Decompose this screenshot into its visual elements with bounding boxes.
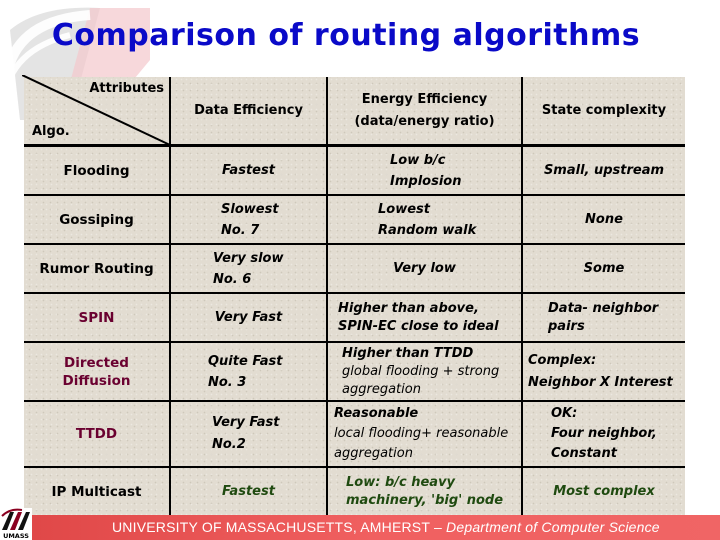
- algo-cell-directed-diffusion: Directed Diffusion: [24, 343, 169, 400]
- algo-name: SPIN: [78, 309, 115, 326]
- value-line: Very low: [393, 260, 456, 276]
- value-line: Random walk: [378, 222, 477, 238]
- value-line: aggregation: [342, 381, 421, 397]
- energy-efficiency-cell: Lowest Random walk: [378, 196, 518, 243]
- state-complexity-cell: None: [523, 196, 685, 243]
- value-line: Implosion: [390, 173, 462, 189]
- energy-efficiency-cell: Reasonable local flooding+ reasonable ag…: [334, 402, 521, 466]
- value-line: None: [585, 211, 623, 227]
- value-line: pairs: [548, 318, 585, 334]
- footer-department: Department of Computer Science: [446, 519, 660, 535]
- value-line: local flooding+ reasonable: [334, 426, 509, 441]
- slide-title: Comparison of routing algorithms: [51, 18, 641, 53]
- value-line: Slowest: [221, 201, 279, 217]
- header-energy-efficiency-sublabel: (data/energy ratio): [354, 113, 495, 129]
- value-line: Constant: [551, 446, 617, 461]
- header-energy-efficiency: Energy Efficiency (data/energy ratio): [328, 77, 521, 144]
- state-complexity-cell: Complex: Neighbor X Interest: [528, 343, 685, 400]
- comparison-table: Attributes Algo. Data Efficiency Energy …: [22, 75, 685, 515]
- value-line: No. 6: [213, 271, 252, 287]
- algo-name: Gossiping: [59, 211, 134, 228]
- energy-efficiency-cell: Higher than above, SPIN-EC close to idea…: [338, 294, 520, 341]
- value-line: No. 3: [208, 374, 247, 390]
- umass-logo-label: UMASS: [3, 532, 29, 540]
- data-efficiency-cell: Very Fast: [171, 294, 326, 341]
- algo-cell-ttdd: TTDD: [24, 402, 169, 466]
- algo-name: IP Multicast: [51, 483, 142, 500]
- value-line: machinery, 'big' node: [346, 492, 504, 508]
- header-energy-efficiency-label: Energy Efficiency: [361, 91, 488, 107]
- value-line: No. 7: [221, 222, 260, 238]
- value-line: SPIN-EC close to ideal: [338, 318, 499, 334]
- footer-bar: UNIVERSITY OF MASSACHUSETTS, AMHERST – D…: [32, 515, 720, 540]
- value-line: Small, upstream: [543, 162, 665, 178]
- value-line: Higher than TTDD: [342, 345, 474, 361]
- state-complexity-cell: Most complex: [523, 468, 685, 515]
- state-complexity-cell: Some: [523, 245, 685, 292]
- value-line: No.2: [212, 437, 246, 452]
- value-line: Very slow: [213, 250, 284, 266]
- value-line: Fastest: [222, 162, 275, 178]
- value-line: Very Fast: [214, 309, 283, 325]
- data-efficiency-cell: Very slow No. 6: [213, 245, 326, 292]
- algo-cell-ip-multicast: IP Multicast: [24, 468, 169, 515]
- value-line: Most complex: [553, 483, 655, 499]
- corner-attributes-label: Attributes: [89, 81, 164, 96]
- energy-efficiency-cell: Low: b/c heavy machinery, 'big' node: [346, 468, 521, 515]
- state-complexity-cell: Small, upstream: [523, 147, 685, 194]
- value-line: Low b/c: [390, 152, 446, 168]
- value-line: Fastest: [222, 483, 275, 499]
- algo-name-line: Directed: [64, 354, 129, 371]
- data-efficiency-cell: Slowest No. 7: [221, 196, 326, 243]
- header-data-efficiency-label: Data Efficiency: [194, 102, 303, 118]
- algo-cell-gossiping: Gossiping: [24, 196, 169, 243]
- energy-efficiency-cell: Higher than TTDD global flooding + stron…: [342, 343, 521, 400]
- umass-logo-icon: UMASS: [0, 508, 32, 540]
- value-line: Higher than above,: [338, 300, 479, 316]
- value-line: Complex:: [528, 352, 597, 368]
- data-efficiency-cell: Quite Fast No. 3: [208, 343, 326, 400]
- data-efficiency-cell: Very Fast No.2: [212, 402, 326, 466]
- header-state-complexity-label: State complexity: [541, 102, 667, 118]
- value-line: Reasonable: [334, 406, 419, 421]
- footer-separator: –: [429, 519, 447, 535]
- footer-university: UNIVERSITY OF MASSACHUSETTS, AMHERST: [112, 519, 430, 535]
- algo-cell-spin: SPIN: [24, 294, 169, 341]
- value-line: Some: [583, 260, 625, 276]
- value-line: Neighbor X Interest: [528, 374, 673, 390]
- state-complexity-cell: Data- neighbor pairs: [548, 294, 685, 341]
- value-line: Low: b/c heavy: [346, 474, 456, 490]
- algo-name: Flooding: [63, 162, 130, 179]
- value-line: Quite Fast: [208, 353, 283, 369]
- footer-text: UNIVERSITY OF MASSACHUSETTS, AMHERST – D…: [112, 519, 660, 535]
- state-complexity-cell: OK: Four neighbor, Constant: [551, 402, 685, 466]
- algo-cell-flooding: Flooding: [24, 147, 169, 194]
- value-line: OK:: [551, 406, 578, 421]
- value-line: Lowest: [378, 201, 430, 217]
- algo-name: TTDD: [75, 426, 118, 442]
- header-state-complexity: State complexity: [523, 77, 685, 144]
- value-line: Four neighbor,: [551, 426, 657, 441]
- value-line: aggregation: [334, 446, 413, 461]
- value-line: global flooding + strong: [342, 363, 500, 379]
- header-data-efficiency: Data Efficiency: [171, 77, 326, 144]
- energy-efficiency-cell: Very low: [328, 245, 521, 292]
- data-efficiency-cell: Fastest: [171, 147, 326, 194]
- algo-name: Rumor Routing: [39, 260, 154, 277]
- value-line: Very Fast: [212, 415, 280, 430]
- data-efficiency-cell: Fastest: [171, 468, 326, 515]
- algo-cell-rumor-routing: Rumor Routing: [24, 245, 169, 292]
- energy-efficiency-cell: Low b/c Implosion: [390, 147, 520, 194]
- value-line: Data- neighbor: [548, 300, 659, 316]
- algo-name-line: Diffusion: [62, 372, 131, 389]
- corner-algo-label: Algo.: [32, 124, 70, 139]
